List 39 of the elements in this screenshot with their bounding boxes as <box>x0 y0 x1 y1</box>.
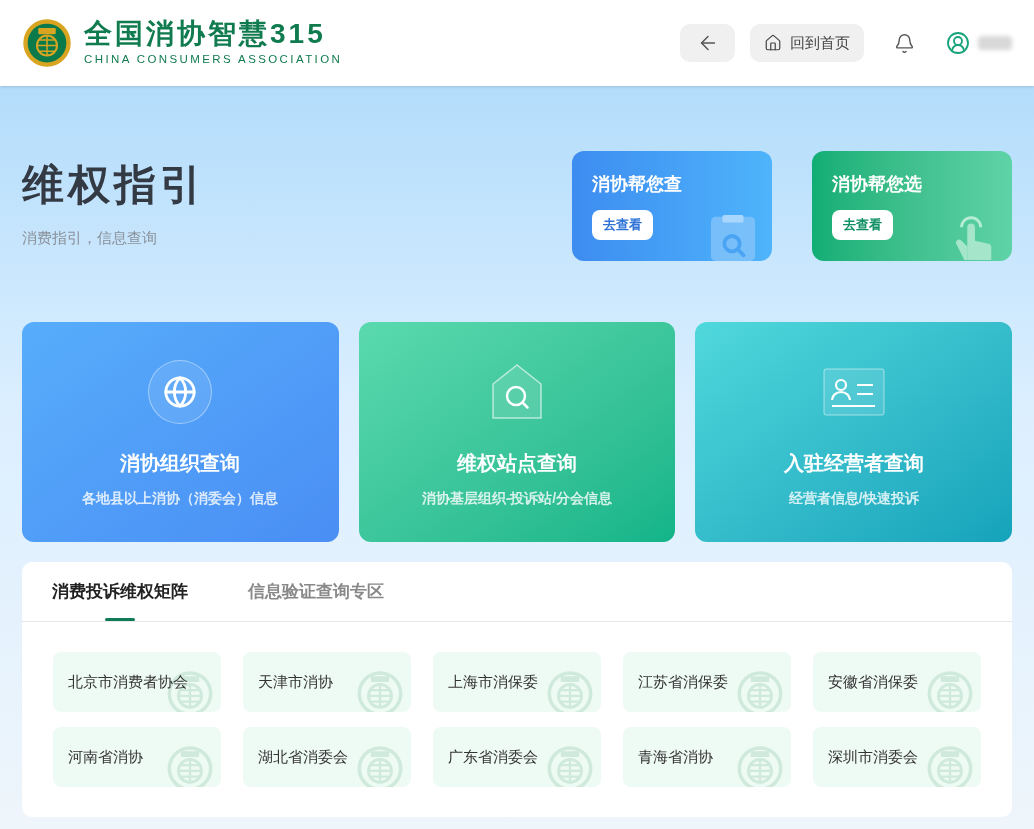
service-subtitle: 消协基层组织-投诉站/分会信息 <box>421 489 613 508</box>
organization-item[interactable]: 湖北省消委会 <box>243 727 411 787</box>
service-title: 消协组织查询 <box>120 451 241 476</box>
service-subtitle: 经营者信息/快速投诉 <box>788 489 919 508</box>
promo-title: 消协帮您选 <box>832 173 922 196</box>
tab[interactable]: 信息验证查询专区 <box>248 562 384 621</box>
tab[interactable]: 消费投诉维权矩阵 <box>52 562 188 621</box>
service-title: 入驻经营者查询 <box>783 451 924 476</box>
organization-item[interactable]: 河南省消协 <box>53 727 221 787</box>
logo-icon <box>22 18 72 68</box>
view-button[interactable]: 去查看 <box>832 210 893 240</box>
user-avatar-button[interactable] <box>944 29 972 57</box>
blurred-username <box>978 36 1012 50</box>
brand-title: 全国消协智慧315 <box>84 17 327 52</box>
page-title: 维权指引 <box>22 160 206 210</box>
organization-item[interactable]: 北京市消费者协会 <box>53 652 221 712</box>
service-subtitle: 各地县以上消协（消委会）信息 <box>82 489 279 508</box>
view-button[interactable]: 去查看 <box>592 210 653 240</box>
organization-item[interactable]: 深圳市消委会 <box>813 727 981 787</box>
back-button[interactable] <box>680 24 735 62</box>
promo-title: 消协帮您查 <box>592 173 682 196</box>
organization-item[interactable]: 安徽省消保委 <box>813 652 981 712</box>
service-title: 维权站点查询 <box>457 451 577 476</box>
id-card-icon <box>822 368 885 416</box>
home-icon <box>764 34 782 52</box>
house-search-icon <box>490 362 544 422</box>
bell-icon <box>893 32 915 54</box>
organization-item[interactable]: 青海省消协 <box>623 727 791 787</box>
clipboard-search-icon <box>708 213 758 261</box>
page-subtitle: 消费指引，信息查询 <box>22 228 158 248</box>
promo-card[interactable]: 消协帮您选 去查看 <box>812 151 1012 261</box>
user-icon <box>946 31 970 55</box>
brand-subtitle: CHINA CONSUMERS ASSOCIATION <box>84 52 343 68</box>
organization-item[interactable]: 广东省消委会 <box>433 727 601 787</box>
promo-card[interactable]: 消协帮您查 去查看 <box>572 151 772 261</box>
organization-item[interactable]: 江苏省消保委 <box>623 652 791 712</box>
home-button[interactable]: 回到首页 <box>750 24 864 62</box>
organization-item[interactable]: 天津市消协 <box>243 652 411 712</box>
organization-item[interactable]: 上海市消保委 <box>433 652 601 712</box>
